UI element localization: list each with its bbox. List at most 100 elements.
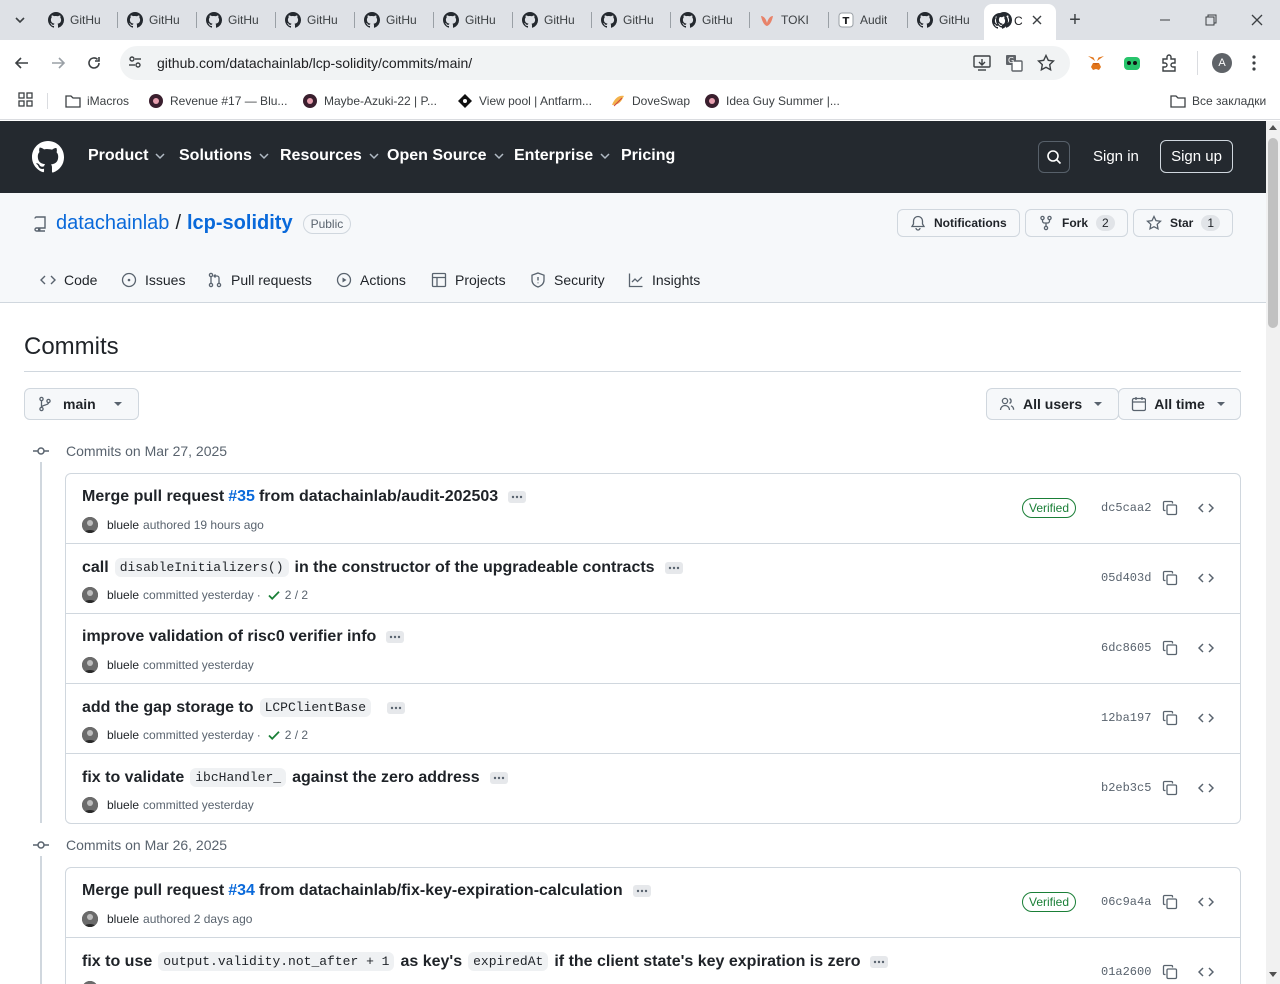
bookmark-item[interactable]: DoveSwap	[610, 92, 690, 110]
nav-enterprise[interactable]: Enterprise	[514, 147, 611, 165]
browser-tab[interactable]: GitHu	[48, 7, 104, 33]
metamask-extension-icon[interactable]	[1086, 53, 1106, 73]
checks-status[interactable]: 2 / 2	[285, 588, 308, 602]
tab-actions[interactable]: Actions	[336, 270, 406, 290]
translate-icon[interactable]: G	[1004, 53, 1024, 73]
browse-code-icon[interactable]	[1196, 498, 1216, 518]
tab-pull-requests[interactable]: Pull requests	[207, 270, 312, 290]
verified-badge[interactable]: Verified	[1022, 892, 1077, 912]
commit-message[interactable]: fix to validate ibcHandler_ against the …	[82, 768, 508, 787]
pull-request-link[interactable]: #34	[228, 882, 255, 900]
site-info-icon[interactable]	[127, 54, 143, 70]
avatar[interactable]	[82, 911, 98, 927]
bookmark-item[interactable]: Revenue #17 — Blu...	[148, 92, 287, 110]
commit-sha-link[interactable]: dc5caa2	[1101, 501, 1151, 515]
browser-tab[interactable]: GitHu	[522, 7, 578, 33]
commit-message-text[interactable]: call	[82, 559, 109, 577]
commit-message-text[interactable]: Merge pull request	[82, 488, 224, 506]
tab-insights[interactable]: Insights	[628, 270, 700, 290]
green-extension-icon[interactable]	[1122, 53, 1142, 73]
nav-pricing[interactable]: Pricing	[621, 147, 675, 165]
commit-message-text[interactable]: fix to validate	[82, 769, 184, 787]
restore-button[interactable]	[1199, 8, 1223, 32]
close-window-button[interactable]	[1245, 8, 1269, 32]
bookmark-item[interactable]: Maybe-Azuki-22 | P...	[302, 92, 437, 110]
browser-tab[interactable]: GitHu	[206, 7, 262, 33]
browser-tab[interactable]: GitHu	[917, 7, 973, 33]
copy-icon[interactable]	[1160, 962, 1180, 982]
expand-description-button[interactable]	[632, 885, 651, 897]
avatar[interactable]	[82, 587, 98, 603]
author-link[interactable]: bluele	[107, 658, 139, 672]
author-link[interactable]: bluele	[107, 728, 139, 742]
commit-message-text[interactable]: improve validation of risc0 verifier inf…	[82, 628, 376, 646]
commit-message[interactable]: improve validation of risc0 verifier inf…	[82, 628, 405, 646]
commit-message-text[interactable]: against the zero address	[292, 769, 480, 787]
forward-icon[interactable]	[46, 51, 70, 75]
copy-icon[interactable]	[1160, 638, 1180, 658]
commit-message-text[interactable]: from datachainlab/audit-202503	[259, 488, 498, 506]
copy-icon[interactable]	[1160, 708, 1180, 728]
repo-name-link[interactable]: lcp-solidity	[187, 212, 293, 235]
avatar[interactable]	[82, 797, 98, 813]
expand-description-button[interactable]	[870, 955, 889, 968]
browse-code-icon[interactable]	[1196, 568, 1216, 588]
nav-product[interactable]: Product	[88, 147, 166, 165]
nav-resources[interactable]: Resources	[280, 147, 380, 165]
avatar[interactable]	[82, 657, 98, 673]
tab-issues[interactable]: Issues	[121, 270, 185, 290]
commit-sha-link[interactable]: 6dc8605	[1101, 641, 1151, 655]
url-text[interactable]: github.com/datachainlab/lcp-solidity/com…	[157, 55, 472, 71]
browser-tab[interactable]: GitHu	[127, 7, 183, 33]
browser-menu-icon[interactable]	[1244, 53, 1264, 73]
copy-icon[interactable]	[1160, 498, 1180, 518]
commit-message[interactable]: add the gap storage to LCPClientBase	[82, 698, 405, 717]
bookmark-item[interactable]: Idea Guy Summer |...	[704, 92, 840, 110]
commit-message[interactable]: Merge pull request #34 from datachainlab…	[82, 882, 651, 900]
bookmark-item[interactable]: View pool | Antfarm...	[457, 92, 592, 110]
bookmark-star-icon[interactable]	[1036, 53, 1056, 73]
install-app-icon[interactable]	[972, 53, 992, 73]
tab-projects[interactable]: Projects	[431, 270, 506, 290]
browser-tab[interactable]: GitHu	[364, 7, 420, 33]
star-button[interactable]: Star 1	[1133, 209, 1234, 237]
repo-owner-link[interactable]: datachainlab	[56, 212, 169, 235]
expand-description-button[interactable]	[489, 771, 508, 784]
browse-code-icon[interactable]	[1196, 638, 1216, 658]
scroll-down-arrow-icon[interactable]	[1268, 970, 1278, 978]
commit-sha-link[interactable]: 06c9a4a	[1101, 895, 1151, 909]
profile-avatar[interactable]: A	[1212, 53, 1232, 73]
commit-sha-link[interactable]: 12ba197	[1101, 711, 1151, 725]
all-bookmarks-folder[interactable]: Все закладки	[1170, 92, 1266, 110]
commit-message-text[interactable]: fix to use	[82, 953, 152, 971]
commit-message-text[interactable]: from datachainlab/fix-key-expiration-cal…	[259, 882, 623, 900]
minimize-button[interactable]	[1153, 8, 1177, 32]
notifications-button[interactable]: Notifications	[897, 209, 1020, 237]
extensions-puzzle-icon[interactable]	[1159, 53, 1179, 73]
back-icon[interactable]	[10, 51, 34, 75]
apps-grid-icon[interactable]	[18, 92, 34, 108]
expand-description-button[interactable]	[386, 631, 405, 643]
browser-tab[interactable]: GitHu	[285, 7, 341, 33]
author-link[interactable]: bluele	[107, 798, 139, 812]
verified-badge[interactable]: Verified	[1022, 498, 1077, 518]
branch-selector[interactable]: main	[24, 388, 139, 420]
browse-code-icon[interactable]	[1196, 778, 1216, 798]
commit-sha-link[interactable]: b2eb3c5	[1101, 781, 1151, 795]
commit-message-text[interactable]: as key's	[400, 953, 462, 971]
browser-tab[interactable]: GitHu	[601, 7, 657, 33]
browser-tab[interactable]: T Audit	[838, 7, 894, 33]
tab-code[interactable]: Code	[40, 270, 97, 290]
bookmark-item[interactable]: iMacros	[65, 92, 129, 110]
pull-request-link[interactable]: #35	[228, 488, 255, 506]
commit-message[interactable]: fix to use output.validity.not_after + 1…	[82, 952, 889, 971]
copy-icon[interactable]	[1160, 892, 1180, 912]
author-link[interactable]: bluele	[107, 588, 139, 602]
browse-code-icon[interactable]	[1196, 962, 1216, 982]
browse-code-icon[interactable]	[1196, 708, 1216, 728]
author-link[interactable]: bluele	[107, 912, 139, 926]
commit-message[interactable]: call disableInitializers() in the constr…	[82, 558, 683, 577]
commit-message[interactable]: Merge pull request #35 from datachainlab…	[82, 488, 527, 506]
expand-description-button[interactable]	[508, 491, 527, 503]
checks-status[interactable]: 2 / 2	[285, 728, 308, 742]
